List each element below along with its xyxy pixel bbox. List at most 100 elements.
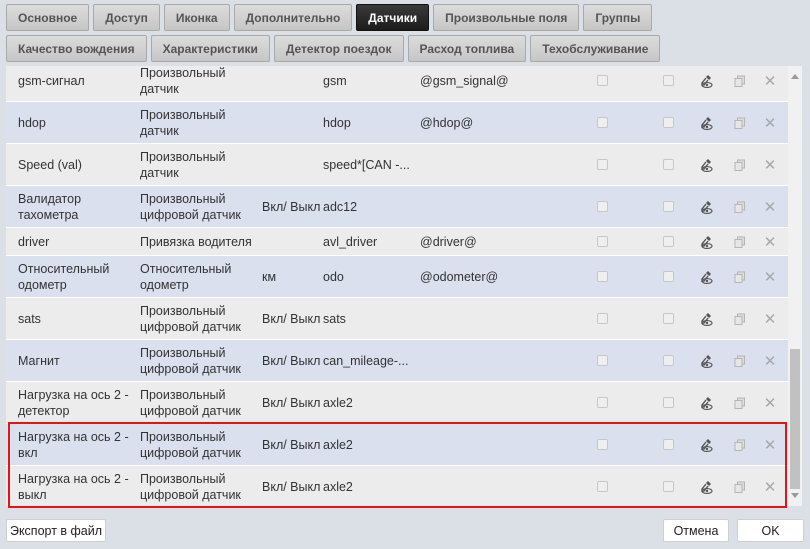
close-icon[interactable]: ✕ <box>762 234 778 251</box>
visibility-checkbox[interactable] <box>597 396 608 408</box>
copy-icon[interactable] <box>732 353 748 369</box>
tooltip-checkbox[interactable] <box>663 235 674 247</box>
visibility-checkbox[interactable] <box>597 74 608 86</box>
tooltip-checkbox[interactable] <box>663 270 674 282</box>
scroll-thumb[interactable] <box>790 349 800 489</box>
tab-main-4[interactable]: Датчики <box>356 4 430 31</box>
tooltip-checkbox[interactable] <box>663 74 674 86</box>
eye-wrench-icon[interactable] <box>699 199 715 215</box>
table-row[interactable]: hdop Произвольный датчик hdop @hdop@ ✕ <box>6 102 788 144</box>
eye-wrench-icon[interactable] <box>699 157 715 173</box>
eye-wrench-icon[interactable] <box>699 479 715 495</box>
sensor-description-cell <box>420 186 580 227</box>
sensor-parameter-text: adc12 <box>323 199 358 214</box>
tab-secondary-4[interactable]: Техобслуживание <box>530 35 661 62</box>
tab-main-1[interactable]: Доступ <box>93 4 160 31</box>
copy-icon[interactable] <box>732 115 748 131</box>
sensor-parameter-text: avl_driver <box>323 234 378 249</box>
scroll-up-arrow-icon[interactable] <box>791 74 799 79</box>
tab-secondary-1[interactable]: Характеристики <box>150 35 270 62</box>
close-icon[interactable]: ✕ <box>762 115 778 132</box>
visibility-checkbox[interactable] <box>597 200 608 212</box>
export-to-file-button[interactable]: Экспорт в файл <box>6 519 106 542</box>
tooltip-checkbox[interactable] <box>663 396 674 408</box>
copy-icon[interactable] <box>732 234 748 250</box>
tooltip-checkbox[interactable] <box>663 312 674 324</box>
close-icon[interactable]: ✕ <box>762 395 778 412</box>
table-row[interactable]: Нагрузка на ось 2 - детектор Произвольный… <box>6 382 788 424</box>
eye-wrench-icon[interactable] <box>699 395 715 411</box>
close-icon[interactable]: ✕ <box>762 479 778 496</box>
eye-wrench-icon[interactable] <box>699 234 715 250</box>
close-icon[interactable]: ✕ <box>762 353 778 370</box>
visibility-checkbox[interactable] <box>597 270 608 282</box>
visibility-checkbox[interactable] <box>597 235 608 247</box>
close-icon[interactable]: ✕ <box>762 157 778 174</box>
eye-wrench-icon[interactable] <box>699 115 715 131</box>
tooltip-checkbox[interactable] <box>663 438 674 450</box>
copy-icon[interactable] <box>732 73 748 89</box>
tooltip-checkbox[interactable] <box>663 200 674 212</box>
table-row[interactable]: sats Произвольный цифровой датчик Вкл/ Вык… <box>6 298 788 340</box>
tab-main-5[interactable]: Произвольные поля <box>433 4 580 31</box>
sensor-parameter-text: sats <box>323 311 346 326</box>
visibility-checkbox[interactable] <box>597 158 608 170</box>
tab-main-2[interactable]: Иконка <box>163 4 230 31</box>
sensor-parameter-cell: axle2 <box>323 382 415 423</box>
table-scrollbar[interactable] <box>788 66 802 506</box>
ok-button[interactable]: OK <box>737 519 804 542</box>
sensor-parameter-cell: speed*[CAN -... <box>323 144 415 185</box>
tab-main-6[interactable]: Группы <box>583 4 653 31</box>
sensor-type-cell: Произвольный датчик <box>140 66 226 96</box>
sensors-table-body: gsm-сигнал Произвольный датчик gsm @gsm_sig… <box>6 66 788 506</box>
visibility-checkbox[interactable] <box>597 116 608 128</box>
close-icon[interactable]: ✕ <box>762 199 778 216</box>
table-row[interactable]: Нагрузка на ось 2 - вкл Произвольный цифр… <box>6 424 788 466</box>
copy-icon[interactable] <box>732 437 748 453</box>
eye-wrench-icon[interactable] <box>699 353 715 369</box>
tab-main-0[interactable]: Основное <box>6 4 90 31</box>
table-row[interactable]: Speed (val) Произвольный датчик speed*[CAN… <box>6 144 788 186</box>
visibility-checkbox[interactable] <box>597 480 608 492</box>
close-icon[interactable]: ✕ <box>762 269 778 286</box>
tab-secondary-0[interactable]: Качество вождения <box>6 35 147 62</box>
sensor-name-cell: sats <box>18 311 41 326</box>
eye-wrench-icon[interactable] <box>699 311 715 327</box>
sensor-description-cell <box>420 424 580 465</box>
table-row[interactable]: Нагрузка на ось 2 - выкл Произвольный циф… <box>6 466 788 506</box>
sensor-parameter-text: axle2 <box>323 437 353 452</box>
eye-wrench-icon[interactable] <box>699 73 715 89</box>
tab-secondary-3[interactable]: Расход топлива <box>407 35 527 62</box>
tabs-row-main: Основное Доступ Иконка Дополнительно Датчики… <box>6 4 653 31</box>
eye-wrench-icon[interactable] <box>699 269 715 285</box>
copy-icon[interactable] <box>732 199 748 215</box>
copy-icon[interactable] <box>732 157 748 173</box>
copy-icon[interactable] <box>732 311 748 327</box>
close-icon[interactable]: ✕ <box>762 311 778 328</box>
close-icon[interactable]: ✕ <box>762 437 778 454</box>
table-row[interactable]: driver Привязка водителя avl_driver @driver… <box>6 228 788 256</box>
visibility-checkbox[interactable] <box>597 438 608 450</box>
tab-secondary-2[interactable]: Детектор поездок <box>273 35 404 62</box>
copy-icon[interactable] <box>732 395 748 411</box>
tab-main-3[interactable]: Дополнительно <box>233 4 353 31</box>
cancel-button[interactable]: Отмена <box>663 519 729 542</box>
tooltip-checkbox[interactable] <box>663 480 674 492</box>
scroll-down-arrow-icon[interactable] <box>791 493 799 498</box>
sensor-type-cell: Произвольный цифровой датчик <box>140 429 241 460</box>
table-row[interactable]: gsm-сигнал Произвольный датчик gsm @gsm_sig… <box>6 66 788 102</box>
table-row[interactable]: Относительный одометр Относительный одоме… <box>6 256 788 298</box>
close-icon[interactable]: ✕ <box>762 73 778 90</box>
copy-icon[interactable] <box>732 269 748 285</box>
visibility-checkbox[interactable] <box>597 354 608 366</box>
sensor-name-cell: Нагрузка на ось 2 - выкл <box>18 471 129 502</box>
table-row[interactable]: Магнит Произвольный цифровой датчик Вкл/ В… <box>6 340 788 382</box>
tooltip-checkbox[interactable] <box>663 354 674 366</box>
table-row[interactable]: Валидатор тахометра Произвольный цифровой… <box>6 186 788 228</box>
eye-wrench-icon[interactable] <box>699 437 715 453</box>
tooltip-checkbox[interactable] <box>663 158 674 170</box>
visibility-checkbox[interactable] <box>597 312 608 324</box>
copy-icon[interactable] <box>732 479 748 495</box>
sensor-name-cell: Нагрузка на ось 2 - детектор <box>18 387 129 418</box>
tooltip-checkbox[interactable] <box>663 116 674 128</box>
